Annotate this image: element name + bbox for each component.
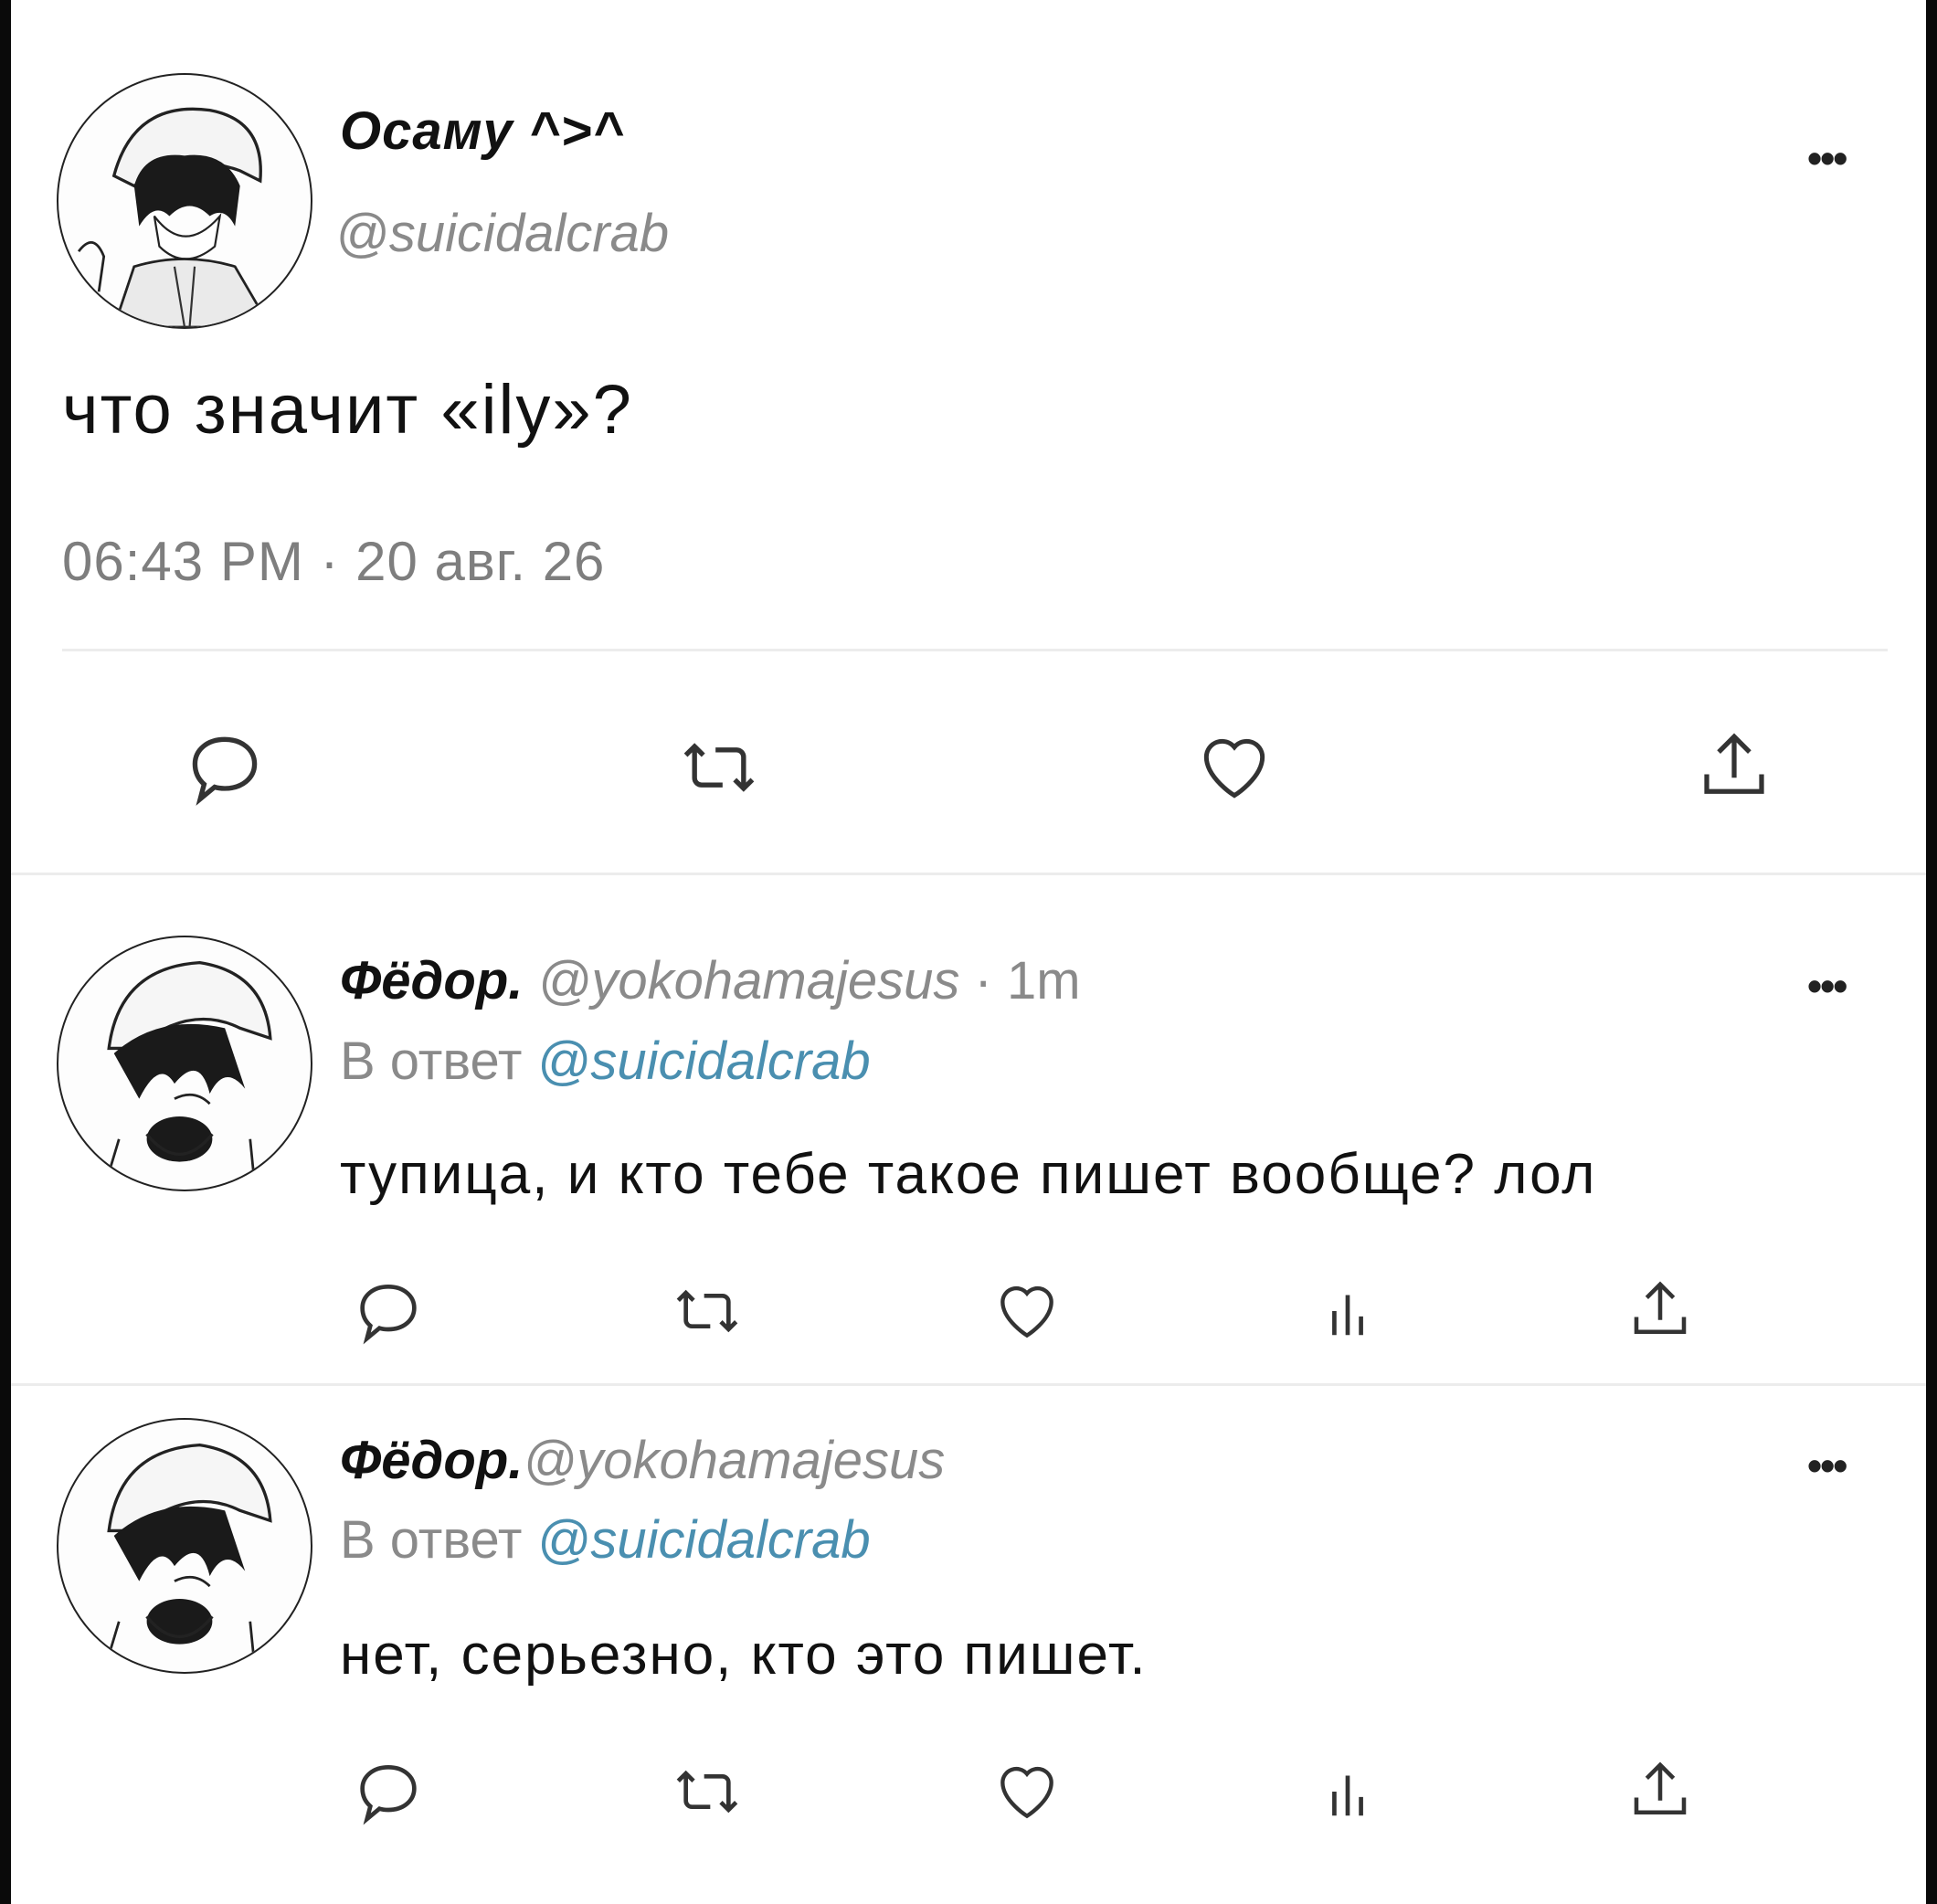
- reply-button[interactable]: [347, 1751, 429, 1833]
- views-icon: [1332, 1775, 1363, 1816]
- tweet-text: что значит «ily»?: [62, 371, 633, 449]
- views-button[interactable]: [1307, 1751, 1389, 1833]
- reply-prefix: В ответ: [340, 1031, 523, 1091]
- avatar-osamu[interactable]: [57, 73, 312, 329]
- like-button[interactable]: [983, 1751, 1071, 1833]
- reply-mention-link[interactable]: @suicidalcrab: [537, 1031, 871, 1091]
- avatar-fedor-image: [102, 960, 272, 1190]
- reply-button[interactable]: [347, 1270, 429, 1352]
- reply-header: Фёдор. @yokohamajesus · 1m: [340, 950, 1081, 1011]
- tweet-thread: Осаму ^>^ @suicidalcrab ••• что значит «…: [11, 0, 1926, 1904]
- share-icon: [1634, 1761, 1687, 1815]
- share-icon: [1634, 1281, 1687, 1335]
- like-icon: [1000, 1766, 1053, 1819]
- views-icon: [1332, 1295, 1363, 1336]
- user-handle[interactable]: @suicidalcrab: [335, 203, 669, 264]
- reply-context: В ответ @suicidalcrab: [340, 1031, 871, 1092]
- divider: [11, 873, 1926, 875]
- share-button[interactable]: [1619, 1270, 1701, 1352]
- like-button[interactable]: [1184, 722, 1285, 813]
- like-icon: [1000, 1285, 1053, 1338]
- reply-handle[interactable]: @yokohamajesus: [538, 951, 960, 1010]
- divider: [11, 1383, 1926, 1386]
- retweet-button[interactable]: [663, 1270, 751, 1352]
- avatar-fedor[interactable]: [57, 936, 312, 1191]
- tweet-timestamp: 06:43 PM · 20 авг. 26: [62, 531, 606, 592]
- reply-handle[interactable]: @yokohamajesus: [523, 1431, 945, 1490]
- like-icon: [1203, 738, 1265, 799]
- avatar-osamu-image: [77, 107, 272, 327]
- avatar-fedor[interactable]: [57, 1418, 312, 1674]
- more-options-icon[interactable]: •••: [1807, 133, 1847, 183]
- reply-icon: [360, 1284, 417, 1345]
- display-name[interactable]: Осаму ^>^: [340, 100, 625, 162]
- retweet-icon: [683, 743, 755, 792]
- reply-header: Фёдор.@yokohamajesus: [340, 1430, 945, 1491]
- share-button[interactable]: [1688, 722, 1780, 813]
- reply-text: нет, серьезно, кто это пишет.: [340, 1624, 1148, 1687]
- reply-mention-link[interactable]: @suicidalcrab: [537, 1510, 871, 1570]
- reply-context: В ответ @suicidalcrab: [340, 1509, 871, 1571]
- avatar-fedor-image: [102, 1443, 272, 1672]
- reply-prefix: В ответ: [340, 1510, 523, 1570]
- share-button[interactable]: [1619, 1751, 1701, 1833]
- more-options-icon[interactable]: •••: [1807, 1441, 1847, 1490]
- reply-icon: [192, 736, 258, 806]
- retweet-icon: [676, 1289, 738, 1333]
- share-icon: [1704, 733, 1764, 794]
- like-button[interactable]: [983, 1270, 1071, 1352]
- reply-icon: [360, 1764, 417, 1825]
- reply-time[interactable]: · 1m: [975, 951, 1081, 1010]
- reply-text: тупица, и кто тебе такое пишет вообще? л…: [340, 1143, 1597, 1206]
- retweet-button[interactable]: [663, 1751, 751, 1833]
- more-options-icon[interactable]: •••: [1807, 961, 1847, 1010]
- reply-display-name[interactable]: Фёдор.: [340, 951, 523, 1010]
- retweet-icon: [676, 1770, 738, 1814]
- divider: [62, 649, 1888, 651]
- reply-button[interactable]: [179, 722, 270, 813]
- reply-display-name[interactable]: Фёдор.: [340, 1431, 523, 1490]
- retweet-button[interactable]: [669, 722, 769, 813]
- views-button[interactable]: [1307, 1270, 1389, 1352]
